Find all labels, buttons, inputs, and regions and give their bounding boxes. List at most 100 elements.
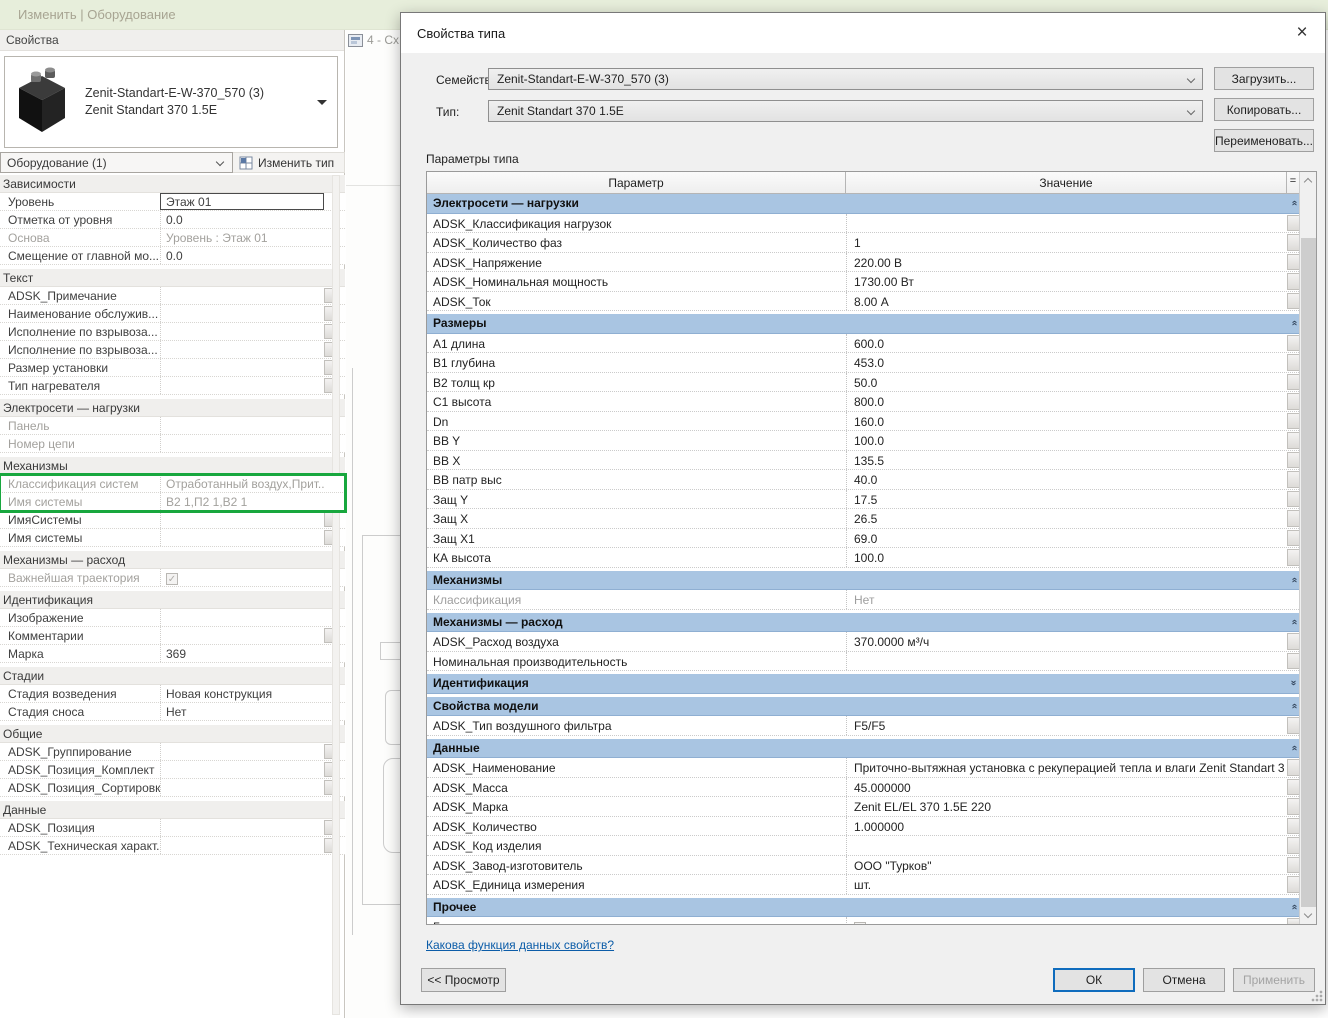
scroll-down-icon[interactable] <box>1300 907 1317 924</box>
copy-button[interactable]: Копировать... <box>1214 98 1314 121</box>
property-value[interactable] <box>160 609 324 626</box>
palette-scrollbar[interactable] <box>332 175 340 1015</box>
property-value[interactable] <box>160 761 324 778</box>
property-value[interactable] <box>160 779 324 796</box>
property-value[interactable]: 0.0 <box>160 247 324 264</box>
dialog-titlebar[interactable]: Свойства типа × <box>401 13 1325 53</box>
parameter-value[interactable]: 8.00 А <box>846 292 1287 311</box>
checkbox-checked[interactable]: ✓ <box>854 922 866 925</box>
parameter-value[interactable]: 26.5 <box>846 509 1287 528</box>
parameter-value[interactable]: F5/F5 <box>846 716 1287 735</box>
param-column-header[interactable]: Параметр <box>427 172 846 194</box>
property-value[interactable] <box>160 837 324 854</box>
property-value[interactable] <box>160 417 324 434</box>
parameter-value[interactable]: 370.0000 м³/ч <box>846 632 1287 651</box>
property-value[interactable]: Новая конструкция <box>160 685 324 702</box>
collapse-chevron-up-icon[interactable]: « <box>1289 577 1299 583</box>
property-value[interactable] <box>160 819 324 836</box>
parameter-value[interactable] <box>846 652 1287 671</box>
table-section-header[interactable]: Свойства модели« <box>427 697 1301 717</box>
parameter-value[interactable]: Приточно-вытяжная установка с рекупераци… <box>846 758 1287 777</box>
parameter-value[interactable]: 50.0 <box>846 373 1287 392</box>
table-section-header[interactable]: Идентификация« <box>427 674 1301 694</box>
table-section-header[interactable]: Механизмы« <box>427 571 1301 591</box>
table-section-header[interactable]: Механизмы — расход« <box>427 613 1301 633</box>
table-scrollbar[interactable] <box>1299 172 1316 924</box>
parameter-value[interactable]: Нет <box>846 590 1287 609</box>
parameter-value[interactable]: 453.0 <box>846 353 1287 372</box>
scroll-up-icon[interactable] <box>1300 172 1317 189</box>
rename-button[interactable]: Переименовать... <box>1214 129 1314 152</box>
palette-section-header[interactable]: Зависимости« <box>0 175 345 193</box>
table-section-header[interactable]: Данные« <box>427 739 1301 759</box>
property-value[interactable]: 0.0 <box>160 211 324 228</box>
parameter-value[interactable]: 40.0 <box>846 470 1287 489</box>
property-value[interactable]: ✓ <box>160 569 324 586</box>
collapse-chevron-up-icon[interactable]: « <box>1289 200 1299 206</box>
checkbox-checked[interactable]: ✓ <box>166 573 178 585</box>
collapse-chevron-up-icon[interactable]: « <box>1289 320 1299 326</box>
parameter-value[interactable]: 1 <box>846 233 1287 252</box>
property-value[interactable]: Уровень : Этаж 01 <box>160 229 324 246</box>
parameter-value[interactable] <box>846 836 1287 855</box>
palette-section-header[interactable]: Механизмы« <box>0 457 345 475</box>
category-filter-combo[interactable]: Оборудование (1) <box>0 152 233 173</box>
property-value[interactable] <box>160 435 324 452</box>
property-value[interactable]: Нет <box>160 703 324 720</box>
palette-section-header[interactable]: Механизмы — расход« <box>0 551 345 569</box>
property-value[interactable] <box>160 627 324 644</box>
parameter-value[interactable]: ООО "Турков" <box>846 856 1287 875</box>
preview-button[interactable]: << Просмотр <box>421 968 506 992</box>
palette-section-header[interactable]: Идентификация« <box>0 591 345 609</box>
parameter-value[interactable]: 800.0 <box>846 392 1287 411</box>
property-value[interactable]: Этаж 01 <box>160 193 324 210</box>
property-value[interactable] <box>160 529 324 546</box>
apply-button[interactable]: Применить <box>1233 968 1315 992</box>
parameter-value[interactable]: 220.00 В <box>846 253 1287 272</box>
ok-button[interactable]: ОК <box>1053 968 1135 992</box>
resize-grip-icon[interactable] <box>1311 990 1323 1002</box>
parameter-value[interactable]: 100.0 <box>846 548 1287 567</box>
family-combo[interactable]: Zenit-Standart-E-W-370_570 (3) <box>488 68 1203 90</box>
parameter-value[interactable]: 1.000000 <box>846 817 1287 836</box>
table-section-header[interactable]: Электросети — нагрузки« <box>427 194 1301 214</box>
parameter-value[interactable]: 1730.00 Вт <box>846 272 1287 291</box>
parameter-value[interactable]: 135.5 <box>846 451 1287 470</box>
type-selector[interactable]: Zenit-Standart-E-W-370_570 (3) Zenit Sta… <box>4 56 338 148</box>
parameter-value[interactable]: 160.0 <box>846 412 1287 431</box>
edit-type-button[interactable]: Изменить тип <box>233 152 345 173</box>
palette-section-header[interactable]: Текст« <box>0 269 345 287</box>
collapse-chevron-up-icon[interactable]: « <box>1289 745 1299 751</box>
parameter-value[interactable]: 600.0 <box>846 334 1287 353</box>
close-icon[interactable]: × <box>1289 20 1315 46</box>
property-value[interactable] <box>160 323 324 340</box>
cancel-button[interactable]: Отмена <box>1143 968 1225 992</box>
scrollbar-thumb[interactable] <box>1301 238 1316 908</box>
collapse-chevron-up-icon[interactable]: « <box>1289 703 1299 709</box>
property-value[interactable] <box>160 743 324 760</box>
drawing-canvas[interactable]: 4 - Сх <box>346 30 400 1018</box>
load-button[interactable]: Загрузить... <box>1214 67 1314 90</box>
palette-section-header[interactable]: Стадии« <box>0 667 345 685</box>
type-selector-dropdown-icon[interactable] <box>317 100 327 105</box>
type-combo[interactable]: Zenit Standart 370 1.5E <box>488 100 1203 122</box>
property-value[interactable] <box>160 287 324 304</box>
parameter-value[interactable]: 100.0 <box>846 431 1287 450</box>
parameter-value[interactable]: шт. <box>846 875 1287 894</box>
value-column-header[interactable]: Значение <box>846 172 1287 194</box>
collapse-chevron-up-icon[interactable]: « <box>1289 904 1299 910</box>
ribbon-contextual-tab[interactable]: Изменить | Оборудование <box>18 7 176 22</box>
property-value[interactable]: Отработанный воздух,Прит... <box>160 475 324 492</box>
table-section-header[interactable]: Размеры« <box>427 314 1301 334</box>
parameter-value[interactable]: 69.0 <box>846 529 1287 548</box>
collapse-chevron-up-icon[interactable]: « <box>1289 619 1299 625</box>
property-value[interactable] <box>160 359 324 376</box>
property-value[interactable] <box>160 377 324 394</box>
parameter-value[interactable]: ✓ <box>846 917 1287 925</box>
property-value[interactable] <box>160 511 324 528</box>
property-value[interactable] <box>160 341 324 358</box>
property-value[interactable]: В2 1,П2 1,В2 1 <box>160 493 324 510</box>
palette-section-header[interactable]: Данные« <box>0 801 345 819</box>
help-link[interactable]: Какова функция данных свойств? <box>426 938 614 952</box>
property-value[interactable] <box>160 305 324 322</box>
